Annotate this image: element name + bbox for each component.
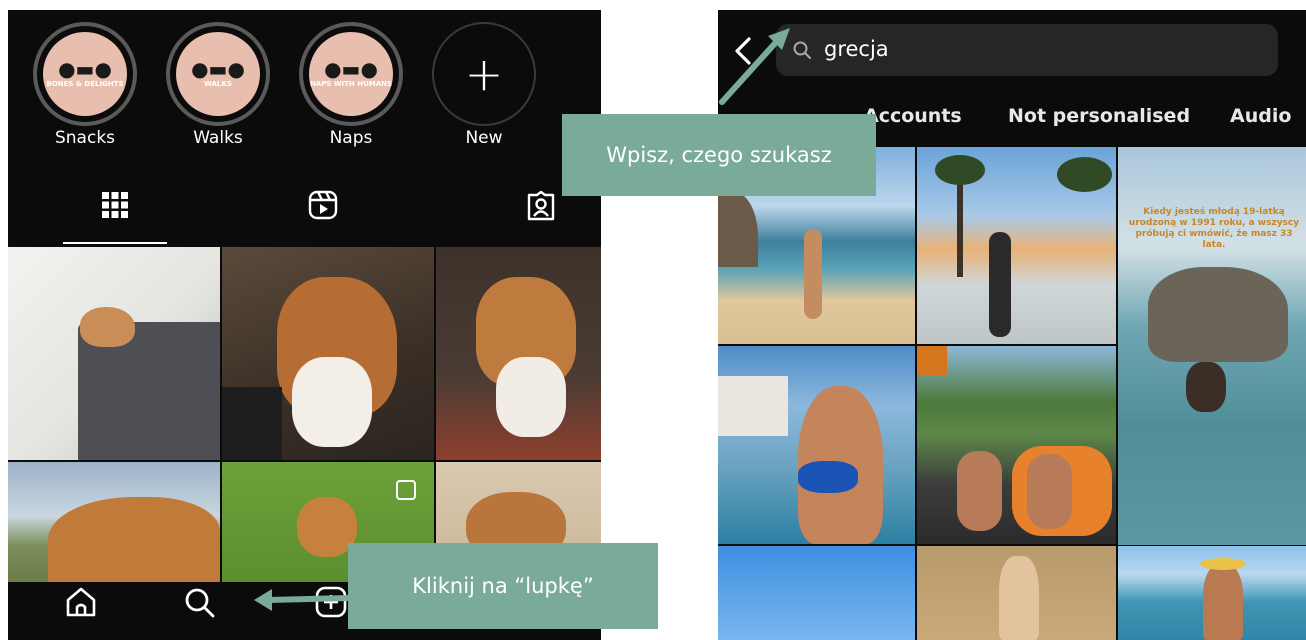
arrow-to-search-input [719, 28, 790, 105]
arrow-to-search-icon [254, 589, 353, 611]
annotation-arrows [254, 28, 790, 611]
